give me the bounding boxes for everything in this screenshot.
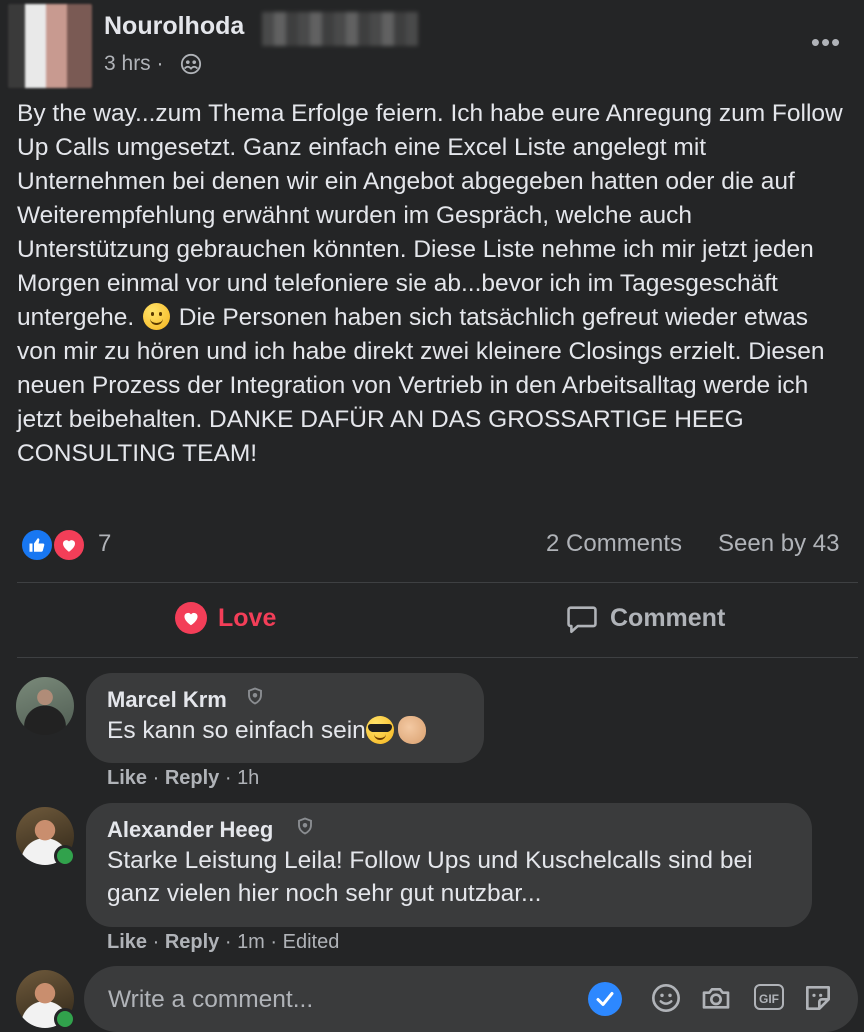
clapping-hands-emoji-icon: [397, 716, 426, 744]
love-button[interactable]: Love: [17, 590, 437, 648]
divider: [17, 657, 858, 658]
comment-label: Comment: [610, 604, 726, 632]
comment-bubble: Marcel Krm Es kann so einfach sein: [86, 673, 484, 763]
reply-link[interactable]: Reply: [165, 931, 219, 953]
time-separator: ·: [156, 52, 164, 75]
comment-button[interactable]: Comment: [437, 590, 858, 648]
smiling-face-emoji-icon: [142, 303, 170, 330]
post-header: Nourolhoda 3 hrs · •••: [0, 0, 864, 90]
comment-text: Starke Leistung Leila! Follow Ups und Ku…: [107, 847, 753, 907]
commenter-avatar[interactable]: [16, 677, 74, 735]
emoji-icon[interactable]: [650, 982, 682, 1014]
meta-separator: ·: [152, 931, 165, 953]
reaction-count[interactable]: 7: [98, 530, 111, 558]
post-timestamp[interactable]: 3 hrs ·: [104, 52, 164, 76]
shield-badge-icon: [248, 687, 262, 705]
comments-count[interactable]: 2 Comments: [546, 530, 682, 558]
comment-time[interactable]: 1m: [237, 931, 265, 953]
comment-text-content: Es kann so einfach sein: [107, 717, 366, 744]
reply-link[interactable]: Reply: [165, 767, 219, 789]
comment-time[interactable]: 1h: [237, 767, 259, 789]
shield-badge-icon: [298, 817, 312, 835]
sunglasses-emoji-icon: [365, 716, 394, 744]
blurred-surname: [262, 12, 418, 46]
commenter-name[interactable]: Alexander Heeg: [107, 817, 273, 843]
love-icon: [175, 602, 207, 634]
comment-input[interactable]: [106, 984, 570, 1016]
author-name[interactable]: Nourolhoda: [104, 12, 244, 41]
reactions-summary: 7 2 Comments Seen by 43: [0, 524, 864, 564]
comment-meta: Like · Reply · 1h: [107, 767, 259, 790]
seen-by-count[interactable]: Seen by 43: [718, 530, 839, 558]
online-status-icon: [54, 1008, 76, 1030]
edited-label[interactable]: Edited: [283, 931, 340, 953]
meta-separator: ·: [152, 767, 165, 789]
like-reaction-icon[interactable]: [20, 528, 54, 562]
commenter-name[interactable]: Marcel Krm: [107, 687, 227, 713]
post-text: By the way...zum Thema Erfolge feiern. I…: [17, 97, 847, 471]
post-text-part1: By the way...zum Thema Erfolge feiern. I…: [17, 100, 843, 331]
check-icon[interactable]: [588, 982, 622, 1016]
comment-icon: [567, 606, 597, 634]
love-reaction-icon[interactable]: [52, 528, 86, 562]
online-status-icon: [54, 845, 76, 867]
love-label: Love: [218, 604, 277, 632]
gif-icon[interactable]: GIF: [754, 984, 784, 1010]
comment-composer[interactable]: GIF: [84, 966, 858, 1032]
meta-separator: ·: [224, 931, 238, 953]
meta-separator: ·: [224, 767, 238, 789]
post-text-part2: Die Personen haben sich tatsächlich gefr…: [17, 304, 825, 467]
author-avatar[interactable]: [8, 4, 92, 88]
post-time[interactable]: 3 hrs: [104, 52, 151, 75]
more-icon: •••: [810, 27, 842, 57]
sticker-icon[interactable]: [802, 982, 834, 1014]
group-icon[interactable]: [180, 53, 202, 75]
more-options-button[interactable]: •••: [808, 28, 844, 64]
like-link[interactable]: Like: [107, 767, 147, 789]
like-link[interactable]: Like: [107, 931, 147, 953]
camera-icon[interactable]: [700, 982, 732, 1014]
comment-bubble: Alexander Heeg Starke Leistung Leila! Fo…: [86, 803, 812, 927]
divider: [17, 582, 858, 583]
comment-meta: Like · Reply · 1m · Edited: [107, 931, 339, 954]
meta-separator: ·: [270, 931, 283, 953]
comment-text: Es kann so einfach sein: [107, 714, 426, 747]
